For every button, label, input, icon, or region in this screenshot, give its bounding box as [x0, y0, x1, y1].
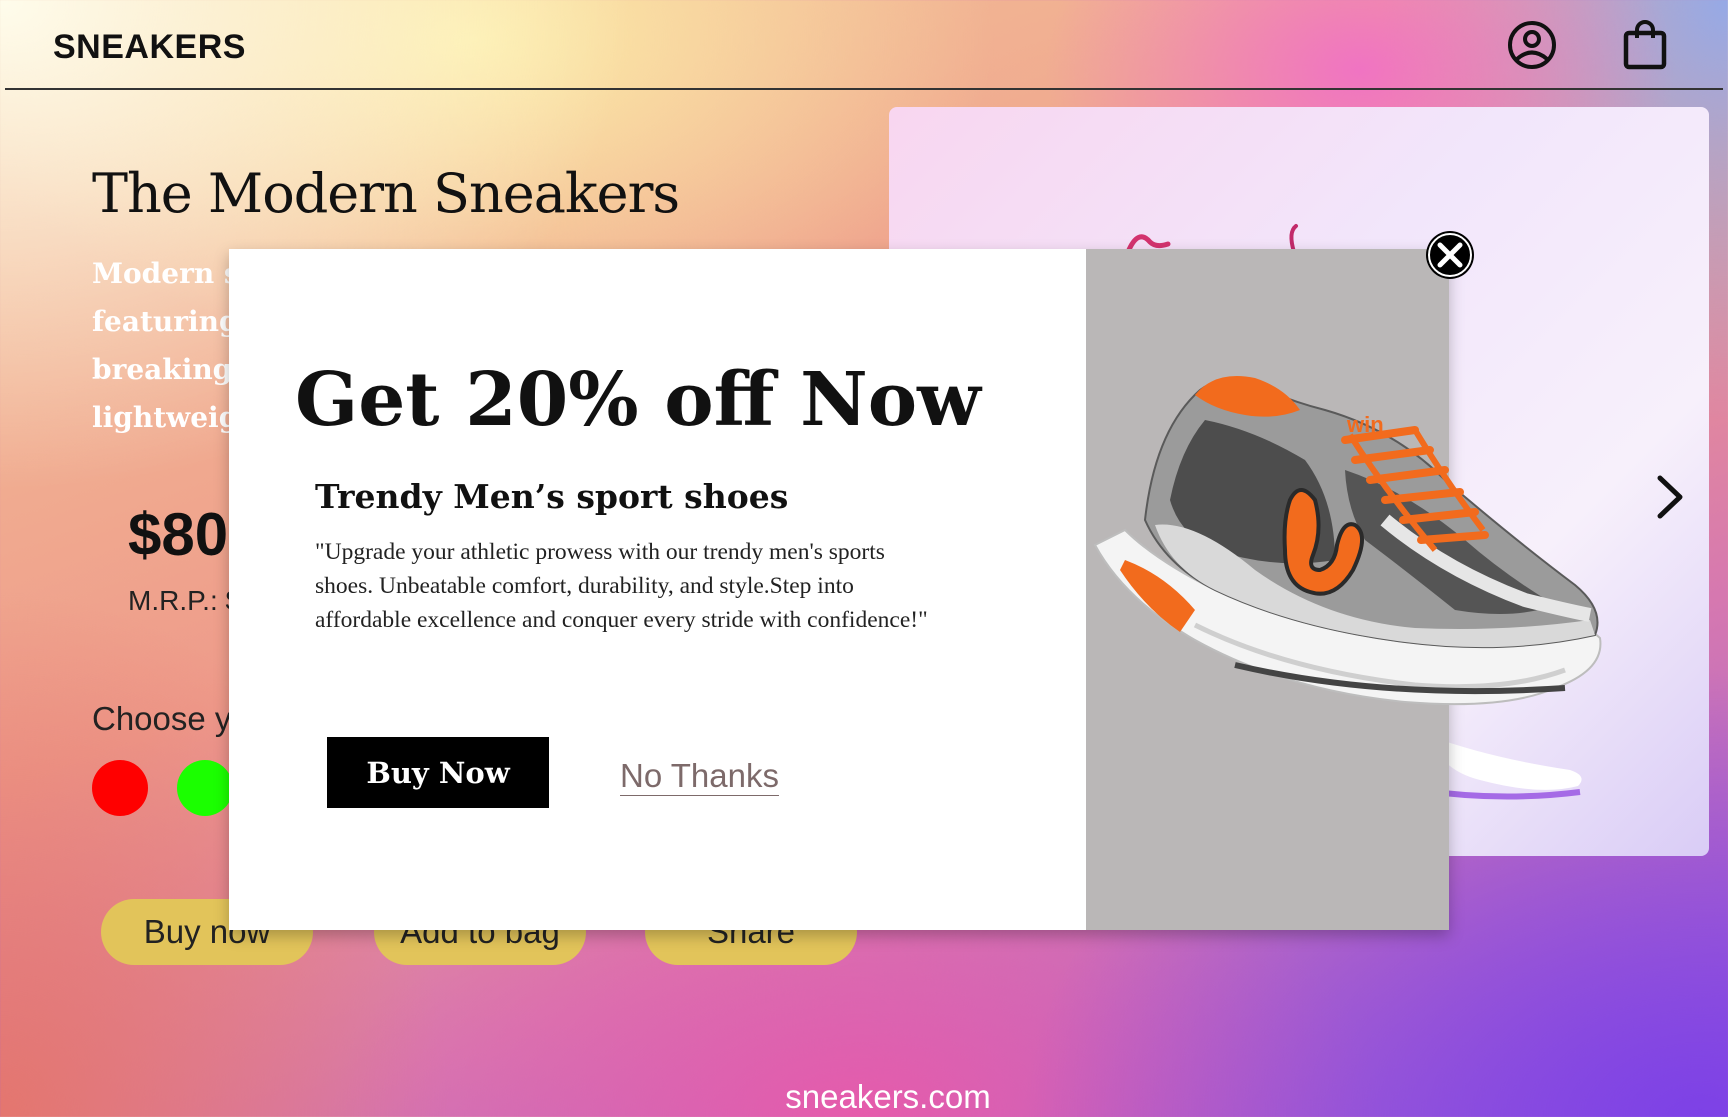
next-image-chevron-icon[interactable] [1652, 472, 1688, 522]
no-thanks-link[interactable]: No Thanks [620, 757, 779, 795]
shoe-brand-mark: win [1346, 412, 1384, 437]
product-mrp: M.R.P.: $ [128, 585, 242, 616]
site-logo[interactable]: SNEAKERS [53, 28, 246, 67]
shopping-bag-icon[interactable] [1618, 18, 1672, 72]
modal-body-text: "Upgrade your athletic prowess with our … [315, 539, 928, 633]
color-swatch-green[interactable] [177, 760, 233, 816]
footer-site-name[interactable]: sneakers.com [0, 1078, 1728, 1116]
color-swatch-red[interactable] [92, 760, 148, 816]
product-title: The Modern Sneakers [92, 162, 680, 225]
modal-subtitle: Trendy Men’s sport shoes [315, 477, 789, 516]
profile-icon[interactable] [1505, 18, 1559, 72]
top-header: SNEAKERS [5, 0, 1723, 90]
sport-shoe-image: win [1093, 376, 1602, 706]
close-modal-icon[interactable] [1425, 230, 1475, 280]
modal-headline: Get 20% off Now [295, 357, 981, 443]
choose-color-label: Choose y [92, 700, 232, 737]
product-price: $80 [128, 501, 229, 568]
modal-buy-now-button[interactable]: Buy Now [327, 737, 549, 808]
